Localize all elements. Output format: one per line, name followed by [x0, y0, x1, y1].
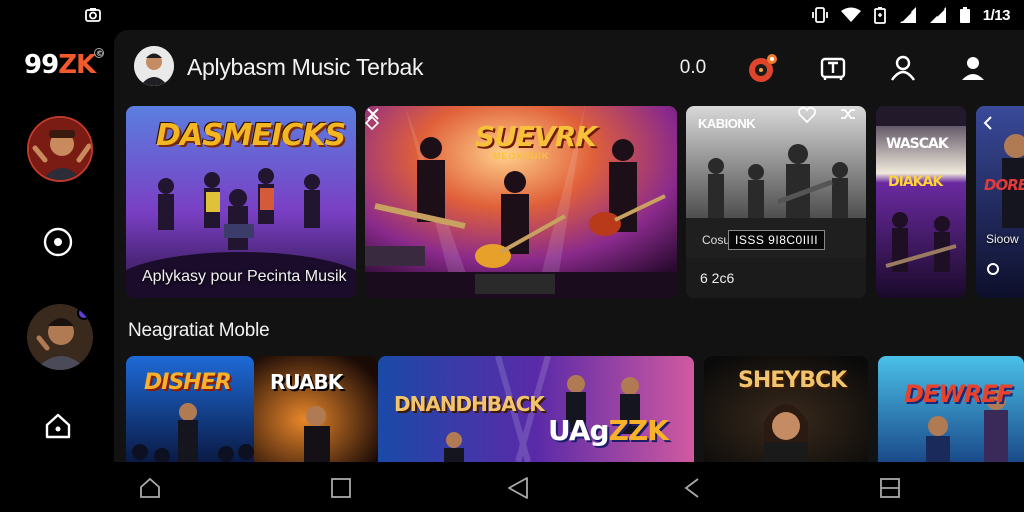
home-button[interactable] — [40, 408, 76, 444]
avatar-image — [29, 118, 91, 180]
home-icon — [140, 477, 160, 498]
album-card[interactable]: DEWREF — [878, 356, 1024, 462]
nav-split-button[interactable] — [877, 475, 903, 501]
card-poster-title: WASCAK — [886, 136, 949, 152]
card-label: KABIONK — [698, 116, 756, 131]
featured-card[interactable]: KABIONK Cosu ISSS 9I8C0IIII 6 2c6 — [686, 106, 866, 298]
featured-carousel: DASMEICKS Aplykasy pour Pecinta Musik SU… — [126, 106, 1024, 298]
page-title: Aplybasm Music Terbak — [187, 54, 424, 80]
stats-button[interactable]: 0.0 — [658, 50, 728, 86]
card-artwork — [976, 106, 1024, 298]
card-poster-subtitle: DIAKAK — [888, 174, 943, 190]
record-icon — [987, 263, 999, 275]
app-logo[interactable]: 99ZK © — [24, 48, 105, 80]
featured-card[interactable]: Dore Sioow — [976, 106, 1024, 298]
album-poster-title: DEWREF — [904, 380, 1013, 408]
battery-saver-icon — [873, 7, 886, 24]
heart-icon[interactable] — [798, 106, 816, 124]
card-poster-title: SUEVRK — [475, 120, 597, 153]
card-poster-title: Dore — [984, 176, 1024, 194]
album-card[interactable]: Disher — [126, 356, 254, 462]
card-caption: Aplykasy pour Pecinta Musik — [142, 268, 347, 285]
header-actions: 0.0 — [658, 50, 1008, 86]
logo-part-b: ZZK — [608, 414, 669, 447]
featured-card[interactable]: DASMEICKS Aplykasy pour Pecinta Musik — [126, 106, 356, 298]
library-icon — [820, 57, 846, 80]
registered-mark: © — [94, 48, 105, 58]
counter-label: 0.0 — [679, 57, 707, 78]
nav-home-button[interactable] — [137, 475, 163, 501]
card-artwork — [878, 356, 1024, 462]
album-poster-title: Disher — [144, 370, 232, 395]
nav-back-button[interactable] — [505, 475, 531, 501]
rail-avatar-artist[interactable] — [27, 116, 93, 182]
chevron-left-icon — [684, 478, 699, 498]
rail-avatar-user[interactable] — [27, 304, 93, 370]
card-duration: 6 2c6 — [700, 270, 735, 286]
nav-overview-button[interactable] — [328, 475, 354, 501]
square-icon — [331, 478, 351, 498]
section-title: Neagratiat Moble — [128, 320, 270, 341]
notification-dot — [77, 306, 91, 320]
clock: 1/13 — [982, 6, 1011, 24]
album-row: Disher RUABK DNANDHBACK UAgZZK — [126, 356, 1024, 462]
library-button[interactable] — [798, 50, 868, 86]
navigation-rail: 99ZK © — [0, 30, 114, 462]
profile-avatar[interactable] — [134, 46, 174, 86]
close-icon[interactable] — [365, 106, 381, 122]
album-card[interactable]: DNANDHBACK UAgZZK — [378, 356, 694, 462]
card-artwork — [876, 106, 966, 298]
record-icon — [43, 227, 73, 257]
chevron-left-icon[interactable] — [982, 116, 994, 130]
logo-part-a: UAg — [548, 414, 610, 447]
signal-icon — [899, 7, 916, 23]
album-poster-logo: UAgZZK — [548, 414, 669, 447]
music-app-icon — [749, 54, 777, 82]
top-bar: Aplybasm Music Terbak 0.0 — [114, 30, 1024, 106]
account-button[interactable] — [868, 50, 938, 86]
nav-previous-button[interactable] — [679, 475, 705, 501]
featured-card[interactable]: WASCAK DIAKAK — [876, 106, 966, 298]
main-panel: Aplybasm Music Terbak 0.0 DASMEICKS Aply… — [114, 30, 1024, 462]
album-card[interactable]: SHEYBCK — [704, 356, 868, 462]
logo-accent-text: ZK — [58, 50, 96, 80]
logo-text: 99 — [24, 50, 59, 80]
back-triangle-icon — [508, 477, 528, 499]
album-poster-title: SHEYBCK — [738, 368, 847, 393]
person-icon — [962, 57, 984, 80]
shuffle-icon[interactable] — [840, 106, 856, 122]
user-icon — [891, 55, 915, 81]
signal-icon-2 — [929, 7, 946, 23]
album-card[interactable]: RUABK — [254, 356, 378, 462]
screenshot-icon — [85, 8, 101, 22]
record-button[interactable] — [40, 224, 76, 260]
music-app-button[interactable] — [728, 50, 798, 86]
split-screen-icon — [880, 478, 900, 498]
wifi-icon — [840, 7, 861, 22]
profile-button[interactable] — [938, 50, 1008, 86]
featured-card[interactable]: SUEVRK MEOKSUIK — [365, 106, 677, 298]
card-tag-prefix: Cosu — [702, 233, 731, 247]
card-poster-subtitle: MEOKSUIK — [493, 151, 550, 161]
card-caption: Sioow — [986, 232, 1019, 246]
album-poster-title: RUABK — [270, 370, 343, 394]
battery-icon — [959, 7, 970, 23]
status-bar: 1/13 — [0, 0, 1024, 30]
vibrate-icon — [811, 7, 828, 23]
home-icon — [45, 413, 71, 439]
card-tag: ISSS 9I8C0IIII — [728, 230, 826, 250]
system-navigation-bar — [0, 462, 1024, 512]
card-poster-title: DASMEICKS — [156, 118, 346, 153]
album-poster-title: DNANDHBACK — [394, 392, 545, 416]
avatar-image — [134, 46, 174, 86]
